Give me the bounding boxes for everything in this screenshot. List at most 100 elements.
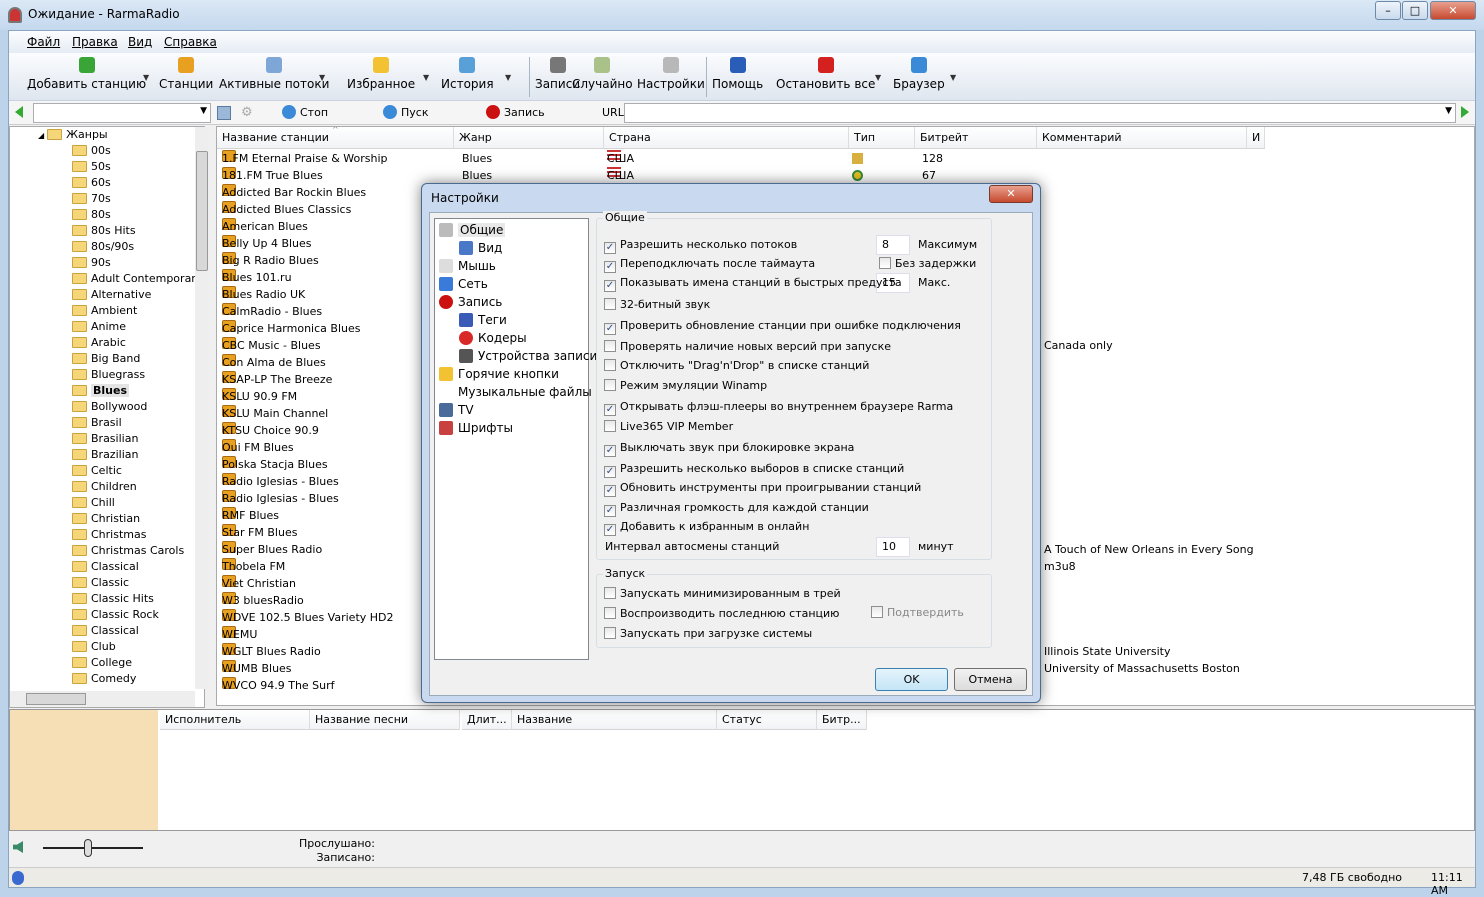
- checkbox[interactable]: ✓: [604, 242, 616, 254]
- toolbar-button-7[interactable]: Настройки: [637, 57, 705, 91]
- tree-item-genre[interactable]: Classic Rock: [72, 607, 159, 623]
- checkbox[interactable]: [604, 298, 616, 310]
- tree-item-genre[interactable]: Brazilian: [72, 447, 138, 463]
- checkbox[interactable]: ✓: [604, 505, 616, 517]
- checkbox[interactable]: [604, 359, 616, 371]
- menu-edit[interactable]: Правка: [72, 35, 118, 49]
- chevron-down-icon[interactable]: ▼: [505, 73, 511, 82]
- table-row[interactable]: 1.FM Eternal Praise & Worship Blues США 128: [217, 150, 1474, 167]
- cancel-button[interactable]: Отмена: [954, 668, 1027, 691]
- tree-item-genres[interactable]: ◢ Жанры: [38, 127, 108, 143]
- back-arrow-icon[interactable]: [15, 106, 23, 118]
- interval-input[interactable]: 10: [876, 537, 910, 557]
- chevron-down-icon[interactable]: ▼: [950, 73, 956, 82]
- settings-nav-9[interactable]: Музыкальные файлы: [439, 383, 592, 401]
- option-checkbox[interactable]: Режим эмуляции Winamp: [604, 378, 767, 394]
- checkbox[interactable]: ✓: [604, 323, 616, 335]
- tree-item-genre[interactable]: College: [72, 655, 132, 671]
- checkbox[interactable]: ✓: [604, 445, 616, 457]
- option-checkbox[interactable]: Отключить "Drag'n'Drop" в списке станций: [604, 358, 869, 374]
- scrollbar-thumb[interactable]: [26, 693, 86, 705]
- startup-checkbox[interactable]: Запускать минимизированным в трей: [604, 586, 841, 602]
- tree-item-genre[interactable]: 80s Hits: [72, 223, 136, 239]
- tree-item-genre[interactable]: Chill: [72, 495, 115, 511]
- settings-nav-10[interactable]: TV: [439, 401, 474, 419]
- menu-help[interactable]: Справка: [164, 35, 217, 49]
- menu-view[interactable]: Вид: [128, 35, 152, 49]
- tree-item-genre[interactable]: Classical: [72, 559, 139, 575]
- checkbox[interactable]: [871, 606, 883, 618]
- tree-item-genre[interactable]: 80s/90s: [72, 239, 134, 255]
- settings-nav-3[interactable]: Сеть: [439, 275, 488, 293]
- tree-item-genre[interactable]: 70s: [72, 191, 111, 207]
- tree-item-genre[interactable]: Christian: [72, 511, 140, 527]
- random-icon[interactable]: ⚙: [241, 105, 253, 120]
- option-checkbox[interactable]: ✓ Показывать имена станций в быстрых пред…: [604, 275, 902, 292]
- startup-checkbox[interactable]: Запускать при загрузке системы: [604, 626, 812, 642]
- tree-item-genre[interactable]: Christmas Carols: [72, 543, 184, 559]
- chevron-down-icon[interactable]: ▼: [875, 73, 881, 82]
- option-checkbox[interactable]: ✓ Обновить инструменты при проигрывании с…: [604, 480, 921, 497]
- tree-item-genre[interactable]: Classical: [72, 623, 139, 639]
- tree-item-genre[interactable]: Club: [72, 639, 116, 655]
- column-header[interactable]: Битрейт: [915, 127, 1037, 149]
- checkbox[interactable]: ✓: [604, 524, 616, 536]
- confirm-checkbox[interactable]: Подтвердить: [871, 605, 964, 621]
- chevron-down-icon[interactable]: ▼: [423, 73, 429, 82]
- expand-icon[interactable]: ◢: [38, 131, 44, 140]
- record-button[interactable]: Запись: [486, 105, 545, 119]
- tree-item-genre[interactable]: Children: [72, 479, 137, 495]
- go-arrow-icon[interactable]: [1461, 106, 1469, 118]
- dialog-close-button[interactable]: ✕: [989, 185, 1033, 203]
- option-checkbox[interactable]: Проверять наличие новых версий при запус…: [604, 339, 891, 355]
- tree-vertical-scrollbar[interactable]: [195, 127, 209, 689]
- toolbar-button-3[interactable]: Избранное: [347, 57, 415, 91]
- option-checkbox[interactable]: ✓ Проверить обновление станции при ошибке…: [604, 318, 961, 335]
- checkbox[interactable]: ✓: [604, 404, 616, 416]
- minimize-button[interactable]: –: [1375, 1, 1401, 20]
- checkbox[interactable]: [879, 257, 891, 269]
- tree-item-genre[interactable]: Bluegrass: [72, 367, 145, 383]
- maximize-button[interactable]: □: [1402, 1, 1428, 20]
- max-streams-input[interactable]: 8: [876, 235, 910, 255]
- option-checkbox[interactable]: ✓ Различная громкость для каждой станции: [604, 500, 869, 517]
- speaker-icon[interactable]: [13, 841, 23, 853]
- close-button[interactable]: ✕: [1430, 1, 1476, 20]
- toolbar-button-1[interactable]: Станции: [159, 57, 213, 91]
- ok-button[interactable]: OK: [875, 668, 948, 691]
- tree-item-genre[interactable]: Blues: [72, 383, 129, 399]
- option-checkbox[interactable]: ✓ Открывать флэш-плееры во внутреннем бра…: [604, 399, 953, 416]
- checkbox[interactable]: [604, 379, 616, 391]
- table-row[interactable]: 181.FM True Blues Blues США 67: [217, 167, 1474, 184]
- option-checkbox[interactable]: ✓ Разрешить несколько выборов в списке ст…: [604, 461, 904, 478]
- checkbox[interactable]: ✓: [604, 280, 616, 292]
- tree-item-genre[interactable]: 80s: [72, 207, 111, 223]
- column-header[interactable]: Комментарий: [1037, 127, 1247, 149]
- tree-item-genre[interactable]: Big Band: [72, 351, 140, 367]
- tree-item-genre[interactable]: Christmas: [72, 527, 146, 543]
- checkbox[interactable]: ✓: [604, 485, 616, 497]
- startup-checkbox[interactable]: Воспроизводить последнюю станцию: [604, 606, 839, 622]
- chevron-down-icon[interactable]: ▼: [319, 73, 325, 82]
- settings-nav-4[interactable]: Запись: [439, 293, 502, 311]
- scrollbar-thumb[interactable]: [196, 151, 208, 271]
- tree-item-genre[interactable]: Bollywood: [72, 399, 147, 415]
- settings-nav-2[interactable]: Мышь: [439, 257, 496, 275]
- tree-item-genre[interactable]: 50s: [72, 159, 111, 175]
- option-checkbox[interactable]: ✓ Добавить к избранным в онлайн: [604, 519, 809, 536]
- checkbox[interactable]: ✓: [604, 466, 616, 478]
- play-button[interactable]: Пуск: [383, 105, 428, 119]
- column-header[interactable]: Тип: [849, 127, 915, 149]
- tree-item-genre[interactable]: Brasil: [72, 415, 122, 431]
- toolbar-button-4[interactable]: История: [441, 57, 494, 91]
- no-delay-checkbox[interactable]: Без задержки: [879, 256, 976, 272]
- tree-item-genre[interactable]: Ambient: [72, 303, 137, 319]
- checkbox[interactable]: [604, 627, 616, 639]
- track-column-header[interactable]: Исполнитель: [160, 710, 310, 730]
- menu-file[interactable]: Файл: [27, 35, 60, 49]
- option-checkbox[interactable]: ✓ Переподключать после таймаута: [604, 256, 815, 273]
- tree-item-genre[interactable]: Comedy: [72, 671, 136, 687]
- track-column-header[interactable]: Длит...: [462, 710, 512, 730]
- checkbox[interactable]: [604, 420, 616, 432]
- option-checkbox[interactable]: ✓ Выключать звук при блокировке экрана: [604, 440, 854, 457]
